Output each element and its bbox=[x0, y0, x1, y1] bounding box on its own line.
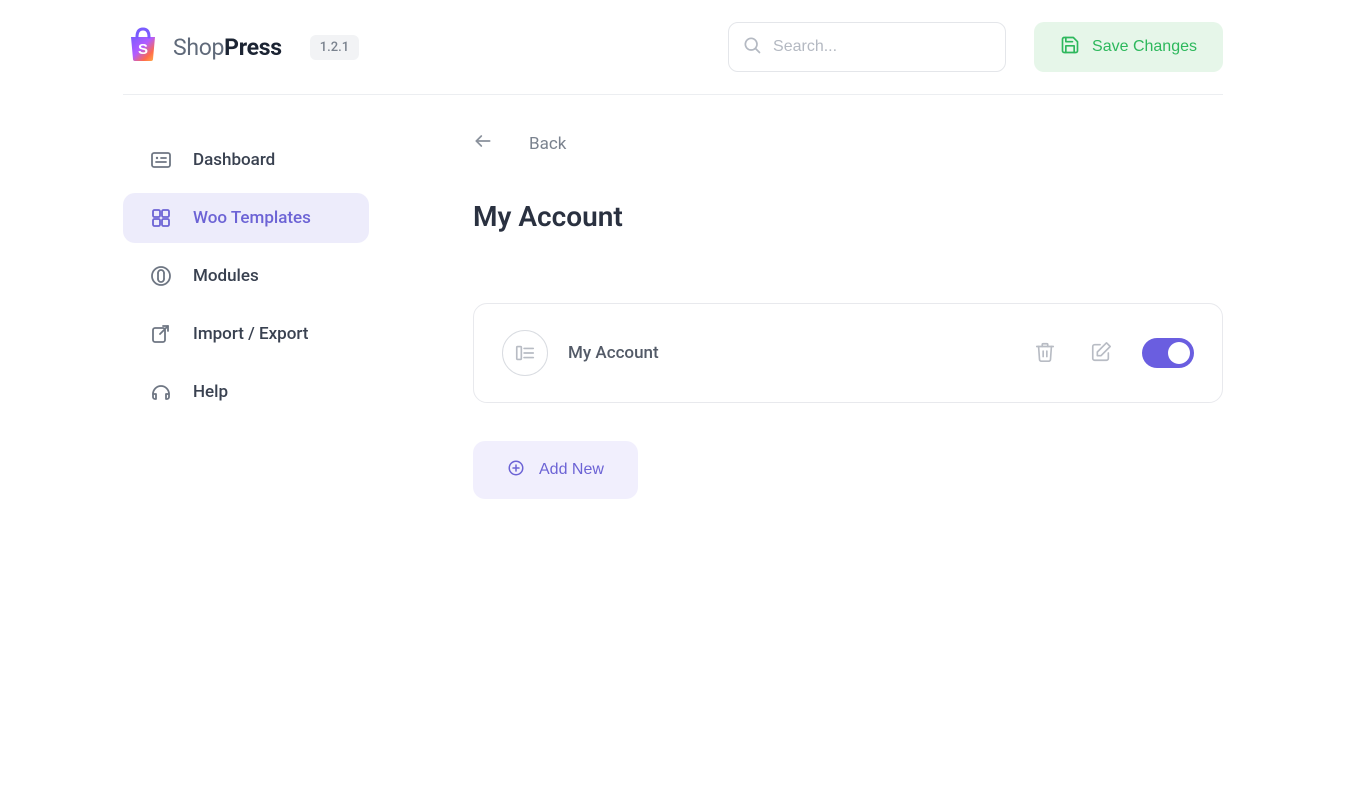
main-content: Back My Account My Account bbox=[443, 135, 1223, 499]
plus-circle-icon bbox=[507, 459, 525, 482]
brand-logo: S ShopPress 1.2.1 bbox=[123, 25, 359, 69]
card-actions bbox=[1030, 337, 1194, 370]
search-input[interactable] bbox=[728, 22, 1006, 72]
import-export-icon bbox=[149, 322, 173, 346]
sidebar-item-help[interactable]: Help bbox=[123, 367, 369, 417]
sidebar-item-label: Dashboard bbox=[193, 150, 275, 170]
enable-toggle[interactable] bbox=[1142, 338, 1194, 368]
brand-name-part2: Press bbox=[224, 34, 282, 61]
page-title: My Account bbox=[473, 200, 1223, 233]
sidebar-item-dashboard[interactable]: Dashboard bbox=[123, 135, 369, 185]
sidebar-item-label: Help bbox=[193, 382, 228, 402]
sidebar: Dashboard Woo Templates Modules bbox=[123, 135, 443, 499]
modules-icon bbox=[149, 264, 173, 288]
back-label: Back bbox=[529, 134, 566, 154]
save-changes-button[interactable]: Save Changes bbox=[1034, 22, 1223, 72]
save-label: Save Changes bbox=[1092, 38, 1197, 56]
sidebar-item-modules[interactable]: Modules bbox=[123, 251, 369, 301]
template-title: My Account bbox=[568, 343, 659, 363]
help-icon bbox=[149, 380, 173, 404]
sidebar-item-woo-templates[interactable]: Woo Templates bbox=[123, 193, 369, 243]
edit-button[interactable] bbox=[1086, 337, 1116, 370]
templates-icon bbox=[149, 206, 173, 230]
template-card: My Account bbox=[473, 303, 1223, 403]
sidebar-item-label: Woo Templates bbox=[193, 208, 311, 228]
edit-icon bbox=[1090, 341, 1112, 366]
search-icon bbox=[742, 35, 762, 59]
header: S ShopPress 1.2.1 Save Cha bbox=[123, 0, 1223, 95]
brand-name-part1: Shop bbox=[173, 34, 224, 61]
brand-name: ShopPress bbox=[173, 34, 282, 61]
search-container bbox=[728, 22, 1006, 72]
arrow-left-icon bbox=[473, 131, 493, 156]
save-icon bbox=[1060, 35, 1080, 60]
dashboard-icon bbox=[149, 148, 173, 172]
back-button[interactable]: Back bbox=[473, 131, 566, 156]
svg-text:S: S bbox=[138, 41, 148, 58]
trash-icon bbox=[1034, 341, 1056, 366]
delete-button[interactable] bbox=[1030, 337, 1060, 370]
sidebar-item-label: Import / Export bbox=[193, 324, 308, 344]
version-badge: 1.2.1 bbox=[310, 35, 359, 60]
shoppress-logo-icon: S bbox=[123, 25, 163, 69]
sidebar-item-import-export[interactable]: Import / Export bbox=[123, 309, 369, 359]
add-new-button[interactable]: Add New bbox=[473, 441, 638, 499]
sidebar-item-label: Modules bbox=[193, 266, 259, 286]
add-new-label: Add New bbox=[539, 461, 604, 479]
template-type-icon bbox=[502, 330, 548, 376]
